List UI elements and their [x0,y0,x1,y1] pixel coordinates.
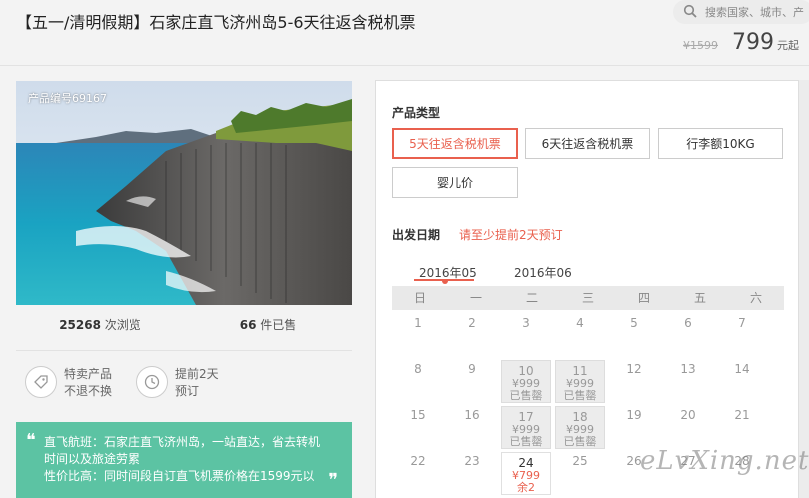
calendar-day[interactable]: 24 ¥799 余2 [501,452,551,495]
page-title: 【五一/清明假期】石家庄直飞济州岛5-6天往返含税机票 [16,13,416,32]
calendar-day: 14 [734,362,750,376]
day-status: 已售罄 [509,389,543,402]
product-type-label: 产品类型 [392,106,441,120]
weekday: 五 [693,291,706,305]
calendar-day: 19 [626,408,642,422]
calendar-day: 16 [464,408,480,422]
feature-line: 提前2天 [175,367,219,381]
calendar-day: 21 [734,408,750,422]
search-box[interactable]: 搜索国家、城市、产 [673,0,809,24]
day-status: 已售罄 [509,435,543,448]
calendar-day: 15 [410,408,426,422]
calendar-day: 8 [414,362,422,376]
calendar-day: 9 [468,362,476,376]
feature-special-sale: 特卖产品 不退不换 [25,366,112,400]
calendar-day: 6 [684,316,692,330]
watermark: eLvXing.net [640,446,809,476]
views-stat: 25268 次浏览 [16,316,184,338]
option-6-day-ticket[interactable]: 6天往返含税机票 [525,128,650,159]
clock-icon [136,366,168,398]
views-label: 次浏览 [104,318,141,332]
tag-icon [25,366,57,398]
product-code: 产品编号69167 [28,92,107,105]
sold-count: 66 [239,318,257,332]
open-quote-icon: ❝ [26,430,36,451]
calendar-day: 2 [468,316,476,330]
close-quote-icon: ❞ [328,470,338,491]
calendar-day: 10 ¥999 已售罄 [501,360,551,403]
original-price: ¥1599 [683,39,718,52]
search-icon [683,3,697,22]
product-page: 【五一/清明假期】石家庄直飞济州岛5-6天往返含税机票 搜索国家、城市、产 ¥1… [0,0,809,498]
price-block: ¥1599 799 元起 [683,30,799,55]
calendar-weekday-header: 日 一 二 三 四 五 六 [392,286,784,310]
day-number: 11 [572,364,588,378]
promo-box: ❝ 直飞航班：石家庄直飞济州岛，一站直达，省去转机 时间以及旅途劳累 性价比高：… [16,422,352,498]
day-status: 已售罄 [563,389,597,402]
day-status: 已售罄 [563,435,597,448]
weekday: 六 [749,291,762,305]
calendar-day: 4 [576,316,584,330]
departure-date-label: 出发日期 [392,228,441,242]
booking-hint: 请至少提前2天预订 [459,228,563,242]
calendar-day: 18 ¥999 已售罄 [555,406,605,449]
promo-line: 直飞航班：石家庄直飞济州岛，一站直达，省去转机 [44,435,321,449]
booking-panel: 产品类型 5天往返含税机票 6天往返含税机票 行李额10KG 婴儿价 出发日期 … [375,80,799,498]
coast-photo-illustration [16,81,352,305]
promo-line: 性价比高：同时间段自订直飞机票价格在1599元以 [44,469,315,483]
views-count: 25268 [59,318,101,332]
promo-line: 时间以及旅途劳累 [44,452,141,466]
stats-row: 25268 次浏览 66 件已售 [16,316,352,338]
calendar-day: 12 [626,362,642,376]
calendar-day: 3 [522,316,530,330]
day-status: 余2 [517,481,535,494]
option-infant-price[interactable]: 婴儿价 [392,167,518,198]
current-price: 799 [732,30,774,55]
month-tab-june[interactable]: 2016年06 [514,264,572,281]
option-luggage-10kg[interactable]: 行李额10KG [658,128,783,159]
calendar-day: 13 [680,362,696,376]
feature-line: 预订 [175,384,200,398]
weekday: 三 [581,291,594,305]
calendar-day: 22 [410,454,426,468]
sold-stat: 66 件已售 [184,316,352,338]
month-indicator-arrow [442,280,448,284]
calendar-day: 11 ¥999 已售罄 [555,360,605,403]
divider [16,350,352,351]
header: 【五一/清明假期】石家庄直飞济州岛5-6天往返含税机票 搜索国家、城市、产 ¥1… [0,0,809,66]
feature-line: 特卖产品 [64,367,113,381]
option-5-day-ticket[interactable]: 5天往返含税机票 [392,128,518,159]
calendar-day: 23 [464,454,480,468]
weekday: 四 [637,291,650,305]
weekday: 二 [525,291,538,305]
search-input[interactable]: 搜索国家、城市、产 [705,4,804,20]
feature-line: 不退不换 [64,384,113,398]
calendar-day: 25 [572,454,588,468]
day-number: 17 [518,410,534,424]
calendar-day: 17 ¥999 已售罄 [501,406,551,449]
feature-advance-booking: 提前2天 预订 [136,366,219,400]
weekday: 一 [469,291,482,305]
calendar-day: 7 [738,316,746,330]
calendar-day: 20 [680,408,696,422]
day-number: 10 [518,364,534,378]
weekday: 日 [413,291,426,305]
sold-label: 件已售 [260,318,297,332]
product-photo[interactable]: 产品编号69167 [16,81,352,305]
calendar-day: 1 [414,316,422,330]
price-suffix: 元起 [777,39,799,52]
scrollbar[interactable] [799,80,809,498]
day-number: 24 [518,456,534,470]
calendar-day: 5 [630,316,638,330]
day-number: 18 [572,410,588,424]
